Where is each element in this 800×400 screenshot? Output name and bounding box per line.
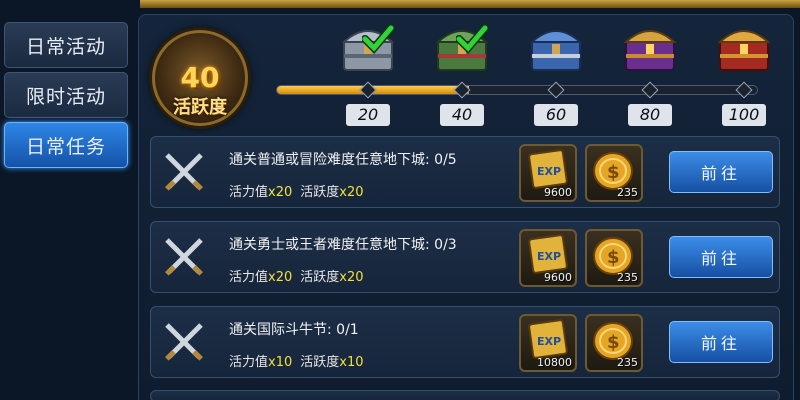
purple-chest-icon [623,30,677,71]
task-rewards: 活力值x20 活跃度x20 [229,266,364,285]
milestone-value: 40 [440,104,484,126]
vitality-multiplier: x20 [268,270,293,285]
svg-text:$: $ [607,247,620,268]
task-title: 通关国际斗牛节: 0/1 [229,322,359,338]
red-chest-icon [717,30,771,71]
go-button[interactable]: 前往 [669,321,773,363]
milestone-marker [453,81,471,99]
milestone-value: 80 [628,104,672,126]
gold-count: 235 [617,271,638,284]
svg-text:$: $ [607,162,620,183]
activity-reward-label: 活跃度 [300,270,340,285]
vitality-label: 活力值 [229,270,269,285]
milestone-marker [547,81,565,99]
go-button-label: 前往 [700,249,741,268]
exp-book-item[interactable]: EXP 9600 [519,229,577,287]
svg-text:EXP: EXP [537,335,561,348]
tab-limited-activities[interactable]: 限时活动 [4,72,128,118]
tab-label: 日常活动 [25,35,106,58]
gold-count: 235 [617,186,638,199]
activity-points: 40 [180,61,220,94]
blue-chest-icon [529,30,583,71]
go-button-label: 前往 [700,164,741,183]
exp-count: 9600 [544,186,572,199]
milestone-100[interactable]: 100 [704,18,784,128]
exp-book-item[interactable]: EXP 9600 [519,144,577,202]
exp-book-item[interactable]: EXP 10800 [519,314,577,372]
exp-count: 10800 [537,356,572,369]
vitality-label: 活力值 [229,355,269,370]
go-button-label: 前往 [700,334,741,353]
task-title: 通关普通或冒险难度任意地下城: 0/5 [229,152,457,168]
gold-coin-item[interactable]: $ 235 [585,314,643,372]
activity-multiplier: x20 [339,270,364,285]
tab-label: 日常任务 [25,135,106,158]
panel-top-border [140,0,800,8]
milestone-80[interactable]: 80 [610,18,690,128]
crossed-swords-icon [165,238,203,276]
svg-text:$: $ [607,332,620,353]
gold-count: 235 [617,356,638,369]
vitality-multiplier: x10 [268,355,293,370]
activity-label: 活跃度 [173,97,227,118]
go-button[interactable]: 前往 [669,236,773,278]
svg-text:EXP: EXP [537,165,561,178]
activity-multiplier: x10 [339,355,364,370]
milestone-value: 60 [534,104,578,126]
gold-coin-item[interactable]: $ 235 [585,144,643,202]
task-row: 通关勇士或王者难度任意地下城: 0/3 活力值x20 活跃度x20 EXP 960… [150,221,780,293]
activity-medallion: 40 活跃度 [152,30,248,126]
milestone-marker [359,81,377,99]
exp-book-icon: EXP [528,319,568,359]
vitality-label: 活力值 [229,185,269,200]
task-row: 通关国际斗牛节: 0/1 活力值x10 活跃度x10 EXP 10800 $ 23… [150,306,780,378]
tab-label: 限时活动 [25,85,106,108]
milestone-value: 20 [346,104,390,126]
check-icon [362,24,394,54]
check-icon [456,24,488,54]
crossed-swords-icon [165,153,203,191]
milestone-marker [641,81,659,99]
task-row: 通关普通或冒险难度任意地下城: 0/5 活力值x20 活跃度x20 EXP 960… [150,136,780,208]
task-title: 通关勇士或王者难度任意地下城: 0/3 [229,237,457,253]
milestone-20[interactable]: 20 [328,18,408,128]
activity-reward-label: 活跃度 [300,355,340,370]
task-rewards: 活力值x10 活跃度x10 [229,351,364,370]
tab-daily-tasks[interactable]: 日常任务 [4,122,128,168]
svg-text:EXP: EXP [537,250,561,263]
vitality-multiplier: x20 [268,185,293,200]
milestone-value: 100 [722,104,766,126]
tab-daily-activities[interactable]: 日常活动 [4,22,128,68]
milestone-60[interactable]: 60 [516,18,596,128]
task-row-partial [150,390,780,400]
milestone-40[interactable]: 40 [422,18,502,128]
go-button[interactable]: 前往 [669,151,773,193]
activity-multiplier: x20 [339,185,364,200]
exp-book-icon: EXP [528,149,568,189]
task-rewards: 活力值x20 活跃度x20 [229,181,364,200]
activity-reward-label: 活跃度 [300,185,340,200]
crossed-swords-icon [165,323,203,361]
milestone-marker [735,81,753,99]
exp-count: 9600 [544,271,572,284]
exp-book-icon: EXP [528,234,568,274]
gold-coin-item[interactable]: $ 235 [585,229,643,287]
